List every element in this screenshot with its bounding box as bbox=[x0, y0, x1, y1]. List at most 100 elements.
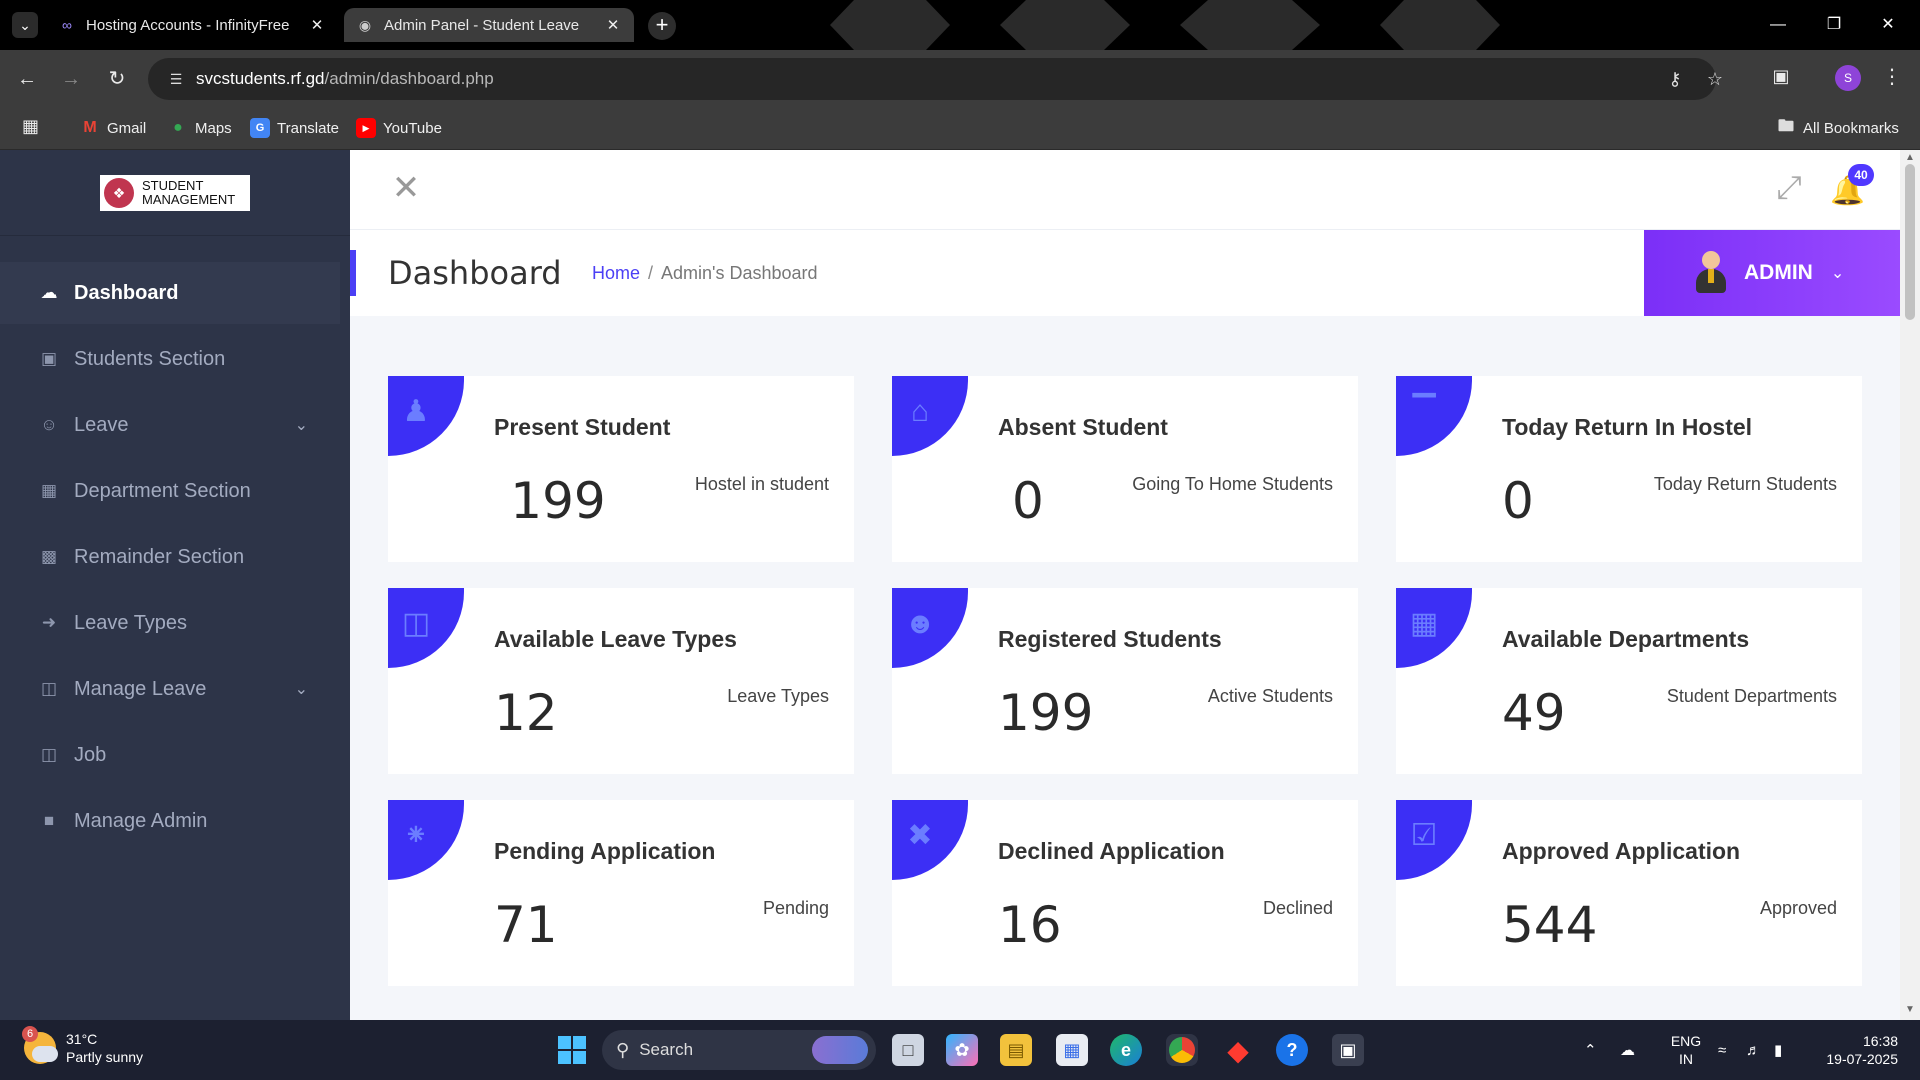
sidebar-item-students-section[interactable]: ▣ Students Section bbox=[0, 328, 340, 390]
onedrive-icon[interactable]: ☁ bbox=[1620, 1020, 1635, 1080]
apps-grid-icon[interactable]: ▦ bbox=[22, 116, 44, 138]
briefcase-icon: ◫ bbox=[40, 745, 58, 764]
windows-start-icon[interactable] bbox=[558, 1036, 586, 1064]
microsoft-store-icon[interactable]: ▦ bbox=[1056, 1034, 1088, 1066]
close-icon[interactable]: ✕ bbox=[308, 16, 326, 34]
anydesk-icon[interactable]: ◆ bbox=[1222, 1034, 1254, 1066]
sidebar-item-dashboard[interactable]: ☁ Dashboard bbox=[0, 262, 340, 324]
background-decoration bbox=[1380, 0, 1500, 50]
chrome-icon[interactable] bbox=[1166, 1034, 1198, 1066]
background-decoration bbox=[1180, 0, 1320, 50]
all-bookmarks-label: All Bookmarks bbox=[1803, 119, 1899, 137]
chevron-down-icon: ⌄ bbox=[1830, 265, 1845, 282]
tab-admin-panel[interactable]: ◉ Admin Panel - Student Leave ✕ bbox=[344, 8, 634, 42]
check-square-icon: ☑ bbox=[1410, 819, 1438, 852]
sidebar-item-job[interactable]: ◫ Job bbox=[0, 724, 340, 786]
bookmark-youtube[interactable]: ▶ YouTube bbox=[356, 118, 442, 138]
breadcrumb: Home / Admin's Dashboard bbox=[592, 263, 818, 284]
close-sidebar-icon[interactable]: ✕ bbox=[386, 168, 426, 208]
sidebar-item-leave[interactable]: ☺ Leave ⌄ bbox=[0, 394, 340, 456]
weather-desc: Partly sunny bbox=[66, 1049, 144, 1065]
taskbar-search[interactable]: ⚲ Search bbox=[602, 1030, 876, 1070]
stat-card-present-student[interactable]: ♟ Present Student 199 Hostel in student bbox=[388, 376, 854, 562]
scroll-up-icon[interactable]: ▲ bbox=[1904, 152, 1916, 164]
admin-menu-button[interactable]: ADMIN ⌄ bbox=[1644, 230, 1900, 316]
volume-icon[interactable]: ♬ bbox=[1746, 1020, 1761, 1080]
stat-card-pending[interactable]: ⁕ Pending Application 71 Pending bbox=[388, 800, 854, 986]
card-subtitle: Declined bbox=[1262, 898, 1333, 918]
clock-date: 19-07-2025 bbox=[1826, 1051, 1898, 1067]
search-label: Search bbox=[639, 1040, 694, 1059]
url-host: svcstudents.rf.gd bbox=[196, 69, 325, 88]
card-subtitle: Pending bbox=[762, 898, 829, 918]
globe-icon: ◉ bbox=[358, 16, 372, 33]
weather-badge: 6 bbox=[22, 1026, 38, 1042]
file-explorer-icon[interactable]: ▤ bbox=[1000, 1034, 1032, 1066]
copilot-icon[interactable]: ✿ bbox=[946, 1034, 978, 1066]
weather-temp: 31°C bbox=[66, 1031, 98, 1047]
bed-icon: ▔ bbox=[1412, 395, 1436, 428]
site-info-icon[interactable]: ☰ bbox=[158, 64, 194, 94]
scrollbar-thumb[interactable] bbox=[1905, 164, 1915, 320]
stat-card-registered-students[interactable]: ☻ Registered Students 199 Active Student… bbox=[892, 588, 1358, 774]
close-window-button[interactable]: ✕ bbox=[1866, 10, 1910, 40]
reload-icon[interactable]: ↻ bbox=[104, 66, 130, 92]
key-icon[interactable]: ⚷ bbox=[1662, 66, 1688, 92]
breadcrumb-home-link[interactable]: Home bbox=[592, 263, 640, 283]
tab-search-button[interactable]: ⌄ bbox=[12, 12, 38, 38]
stat-card-approved[interactable]: ☑ Approved Application 544 Approved bbox=[1396, 800, 1862, 986]
minimize-button[interactable]: — bbox=[1756, 10, 1800, 40]
forward-icon[interactable]: → bbox=[58, 66, 84, 92]
card-value: 71 bbox=[494, 896, 558, 954]
sidebar-item-manage-leave[interactable]: ◫ Manage Leave ⌄ bbox=[0, 658, 340, 720]
bookmark-gmail[interactable]: M Gmail bbox=[80, 118, 146, 138]
web-page: ❖ STUDENT MANAGEMENT ☁ Dashboard ▣ Stude… bbox=[0, 150, 1920, 1020]
close-icon[interactable]: ✕ bbox=[604, 16, 622, 34]
more-menu-icon[interactable]: ⋮ bbox=[1880, 64, 1904, 89]
help-icon[interactable]: ? bbox=[1276, 1034, 1308, 1066]
card-title: Registered Students bbox=[998, 626, 1222, 652]
restore-button[interactable]: ❐ bbox=[1812, 10, 1856, 40]
stat-card-leave-types[interactable]: ◫ Available Leave Types 12 Leave Types bbox=[388, 588, 854, 774]
background-decoration bbox=[830, 0, 950, 50]
stat-card-departments[interactable]: ▦ Available Departments 49 Student Depar… bbox=[1396, 588, 1862, 774]
extensions-icon[interactable]: ▣ bbox=[1768, 66, 1794, 92]
stat-card-declined[interactable]: ✖ Declined Application 16 Declined bbox=[892, 800, 1358, 986]
sidebar-item-label: Manage Leave bbox=[74, 677, 207, 700]
wifi-icon[interactable]: ≈ bbox=[1718, 1020, 1726, 1080]
card-value: 199 bbox=[510, 472, 606, 530]
sidebar-item-leave-types[interactable]: ➜ Leave Types bbox=[0, 592, 340, 654]
tab-hosting-accounts[interactable]: ∞ Hosting Accounts - InfinityFree ✕ bbox=[46, 8, 338, 42]
scroll-down-icon[interactable]: ▼ bbox=[1904, 1004, 1916, 1016]
language-indicator[interactable]: ENG IN bbox=[1666, 1032, 1706, 1068]
address-bar[interactable]: ☰ svcstudents.rf.gd/admin/dashboard.php … bbox=[148, 58, 1723, 100]
folder-icon: 🖿 bbox=[1777, 117, 1794, 135]
star-icon[interactable]: ☆ bbox=[1702, 66, 1728, 92]
stat-card-today-return[interactable]: ▔ Today Return In Hostel 0 Today Return … bbox=[1396, 376, 1862, 562]
page-scrollbar[interactable]: ▲ ▼ bbox=[1900, 150, 1920, 1020]
card-title: Approved Application bbox=[1502, 838, 1741, 864]
task-view-icon[interactable]: □ bbox=[892, 1034, 924, 1066]
terminal-app-icon[interactable]: ▣ bbox=[1332, 1034, 1364, 1066]
edge-icon[interactable]: e bbox=[1110, 1034, 1142, 1066]
fullscreen-icon[interactable]: ⤢ bbox=[1772, 170, 1806, 204]
app-logo[interactable]: ❖ STUDENT MANAGEMENT bbox=[100, 175, 250, 211]
new-tab-button[interactable]: + bbox=[648, 12, 676, 40]
profile-avatar[interactable]: S bbox=[1835, 65, 1861, 91]
clock[interactable]: 16:38 19-07-2025 bbox=[1812, 1032, 1898, 1068]
sidebar-item-department-section[interactable]: ▦ Department Section bbox=[0, 460, 340, 522]
user-icon: ☺ bbox=[40, 415, 58, 434]
bookmark-translate[interactable]: G Translate bbox=[250, 118, 339, 138]
sidebar-item-label: Manage Admin bbox=[74, 809, 208, 832]
battery-icon[interactable]: ▮ bbox=[1774, 1020, 1782, 1080]
clock-time: 16:38 bbox=[1862, 1033, 1898, 1049]
weather-widget[interactable]: 6 31°C Partly sunny bbox=[22, 1026, 144, 1066]
bookmark-maps[interactable]: ● Maps bbox=[168, 118, 232, 138]
stat-card-absent-student[interactable]: ⌂ Absent Student 0 Going To Home Student… bbox=[892, 376, 1358, 562]
sidebar-item-manage-admin[interactable]: ■ Manage Admin bbox=[0, 790, 340, 852]
all-bookmarks[interactable]: 🖿 All Bookmarks bbox=[1776, 118, 1899, 138]
back-icon[interactable]: ← bbox=[14, 66, 40, 92]
sidebar-item-remainder-section[interactable]: ▩ Remainder Section bbox=[0, 526, 340, 588]
card-icon-badge: ▦ bbox=[1396, 588, 1472, 668]
show-hidden-icons[interactable]: ⌃ bbox=[1584, 1020, 1597, 1080]
